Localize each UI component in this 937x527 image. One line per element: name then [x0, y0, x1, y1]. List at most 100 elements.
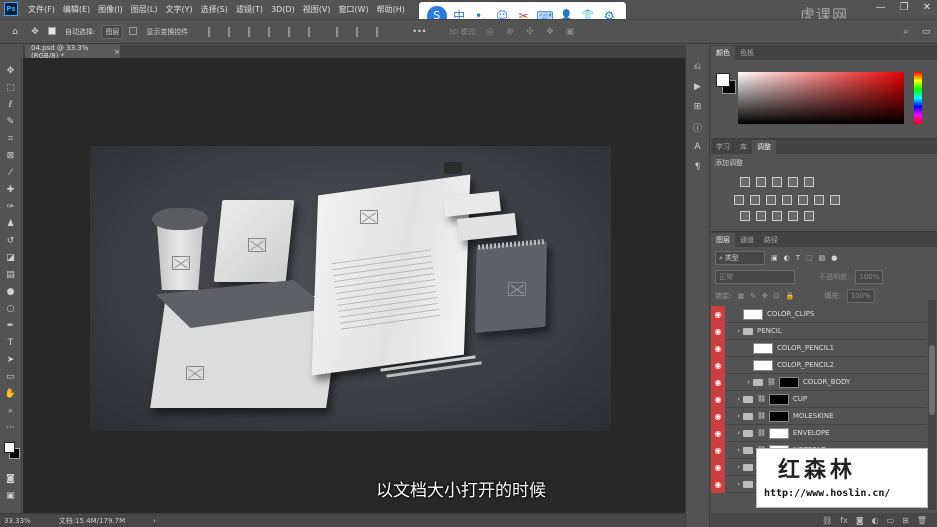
layer-row[interactable]: ◉ COLOR_CLIPS [711, 305, 927, 323]
tab-paths[interactable]: 路径 [759, 233, 783, 247]
align-middle-icon[interactable] [288, 26, 298, 37]
zoom-icon[interactable]: ⌕ [4, 404, 18, 417]
history-icon[interactable]: ⎌ [692, 61, 704, 73]
opacity-field[interactable]: 100% [855, 270, 884, 284]
3d-roll-icon[interactable]: ⊕ [503, 25, 517, 38]
gradient-map-icon[interactable] [804, 177, 814, 187]
3d-scale-icon[interactable]: ▣ [563, 25, 577, 38]
dodge-icon[interactable]: ○ [4, 302, 18, 315]
visibility-eye-icon[interactable]: ◉ [711, 407, 725, 425]
distribute-icon[interactable] [336, 26, 346, 37]
3d-pan-icon[interactable]: ✣ [523, 25, 537, 38]
menu-layer[interactable]: 图层(L) [127, 4, 162, 15]
marquee-icon[interactable]: ⬚ [4, 81, 18, 94]
layer-name[interactable]: PENCIL [757, 327, 782, 335]
character-icon[interactable]: A [692, 141, 704, 153]
minimize-button[interactable]: — [876, 2, 886, 13]
stamp-icon[interactable]: ♟ [4, 217, 18, 230]
blur-icon[interactable]: ● [4, 285, 18, 298]
layer-name[interactable]: COLOR_PENCIL2 [777, 361, 834, 369]
expand-arrow-icon[interactable]: › [725, 395, 743, 403]
workspace-icon[interactable]: ▭ [919, 25, 933, 38]
align-top-icon[interactable] [268, 26, 278, 37]
lock-all-icon[interactable]: 🔒 [786, 292, 795, 300]
photo-filter-icon[interactable] [798, 195, 808, 205]
mask-link-icon[interactable]: ⛓ [757, 412, 766, 420]
tab-libraries[interactable]: 库 [735, 140, 752, 154]
menu-select[interactable]: 选择(S) [197, 4, 232, 15]
lasso-icon[interactable]: ℓ [4, 98, 18, 111]
threshold-icon[interactable] [772, 211, 782, 221]
gradient-icon[interactable]: ▤ [4, 268, 18, 281]
auto-select-dropdown[interactable]: 图层 [101, 24, 124, 39]
fill-field[interactable]: 100% [846, 289, 875, 303]
layer-row[interactable]: ◉ › PENCIL [711, 322, 927, 340]
move-tool-icon[interactable]: ✥ [28, 25, 42, 38]
layer-thumbnail[interactable] [743, 308, 763, 320]
layer-name[interactable]: ENVELOPE [793, 429, 830, 437]
align-right-icon[interactable] [248, 26, 258, 37]
menu-filter[interactable]: 滤镜(T) [232, 4, 267, 15]
layer-name[interactable]: MOLESKINE [793, 412, 834, 420]
align-bottom-icon[interactable] [308, 26, 318, 37]
fx-icon[interactable]: fx [840, 516, 848, 525]
levels-icon[interactable] [756, 177, 766, 187]
eyedropper-icon[interactable]: ⁄ [4, 166, 18, 179]
path-select-icon[interactable]: ➤ [4, 353, 18, 366]
blend-mode-dropdown[interactable]: 正常 [715, 270, 795, 284]
layer-filter-dropdown[interactable]: ⌕ 类型 [715, 251, 765, 265]
eraser-icon[interactable]: ◪ [4, 251, 18, 264]
tab-channels[interactable]: 通道 [735, 233, 759, 247]
healing-icon[interactable]: ✚ [4, 183, 18, 196]
menu-edit[interactable]: 编辑(E) [59, 4, 94, 15]
visibility-eye-icon[interactable]: ◉ [711, 424, 725, 442]
history-brush-icon[interactable]: ↺ [4, 234, 18, 247]
exposure-icon[interactable] [788, 177, 798, 187]
close-button[interactable]: ✕ [923, 2, 931, 13]
visibility-eye-icon[interactable]: ◉ [711, 475, 725, 493]
3d-rotate-icon[interactable]: ◎ [483, 25, 497, 38]
layers-scrollbar-thumb[interactable] [929, 345, 935, 415]
filter-adjust-icon[interactable]: ◐ [784, 254, 790, 262]
visibility-eye-icon[interactable]: ◉ [711, 373, 725, 391]
invert-icon[interactable] [740, 211, 750, 221]
lock-artboard-icon[interactable]: ⊡ [774, 292, 780, 300]
visibility-eye-icon[interactable]: ◉ [711, 441, 725, 459]
tab-swatches[interactable]: 色板 [735, 46, 759, 60]
status-arrow[interactable]: › [153, 517, 156, 525]
menu-view[interactable]: 视图(V) [299, 4, 335, 15]
color-lookup-icon[interactable] [830, 195, 840, 205]
3d-slide-icon[interactable]: ❖ [543, 25, 557, 38]
filter-smart-icon[interactable]: ▤ [819, 254, 826, 262]
bw-icon[interactable] [782, 195, 792, 205]
lock-pixels-icon[interactable]: ▦ [737, 292, 744, 300]
group-icon[interactable]: ▭ [887, 516, 895, 525]
brush-icon[interactable]: ✑ [4, 200, 18, 213]
visibility-eye-icon[interactable]: ◉ [711, 458, 725, 476]
document-tab[interactable]: 04.psd @ 33.3%(RGB/8) * × [25, 44, 120, 60]
layer-row[interactable]: ◉ › ⛓ MOLESKINE [711, 407, 927, 425]
crop-icon[interactable]: ⌗ [4, 132, 18, 145]
foreground-color[interactable] [3, 442, 15, 453]
screen-mode-icon[interactable]: ▣ [4, 489, 18, 502]
info-icon[interactable]: ⓘ [692, 121, 704, 134]
actions-icon[interactable]: ▶ [692, 81, 704, 93]
mask-link-icon[interactable]: ⛓ [757, 395, 766, 403]
close-tab-icon[interactable]: × [114, 48, 120, 56]
frame-icon[interactable]: ⊠ [4, 149, 18, 162]
new-layer-icon[interactable]: ⊞ [902, 516, 909, 525]
mask-icon[interactable]: ◙ [856, 516, 864, 525]
visibility-eye-icon[interactable]: ◉ [711, 322, 725, 340]
color-picker-field[interactable] [738, 72, 904, 124]
expand-arrow-icon[interactable]: › [725, 327, 743, 335]
quick-mask-icon[interactable]: ◙ [4, 472, 18, 485]
visibility-eye-icon[interactable]: ◉ [711, 305, 725, 323]
layer-name[interactable]: COLOR_PENCIL1 [777, 344, 834, 352]
color-panel-foreground[interactable] [716, 73, 730, 87]
properties-icon[interactable]: ⊞ [692, 101, 704, 113]
foreground-background-swatch[interactable] [2, 442, 20, 462]
shape-icon[interactable]: ▭ [4, 370, 18, 383]
tab-layers[interactable]: 图层 [711, 233, 735, 247]
restore-button[interactable]: ❐ [900, 2, 909, 13]
menu-help[interactable]: 帮助(H) [373, 4, 409, 15]
